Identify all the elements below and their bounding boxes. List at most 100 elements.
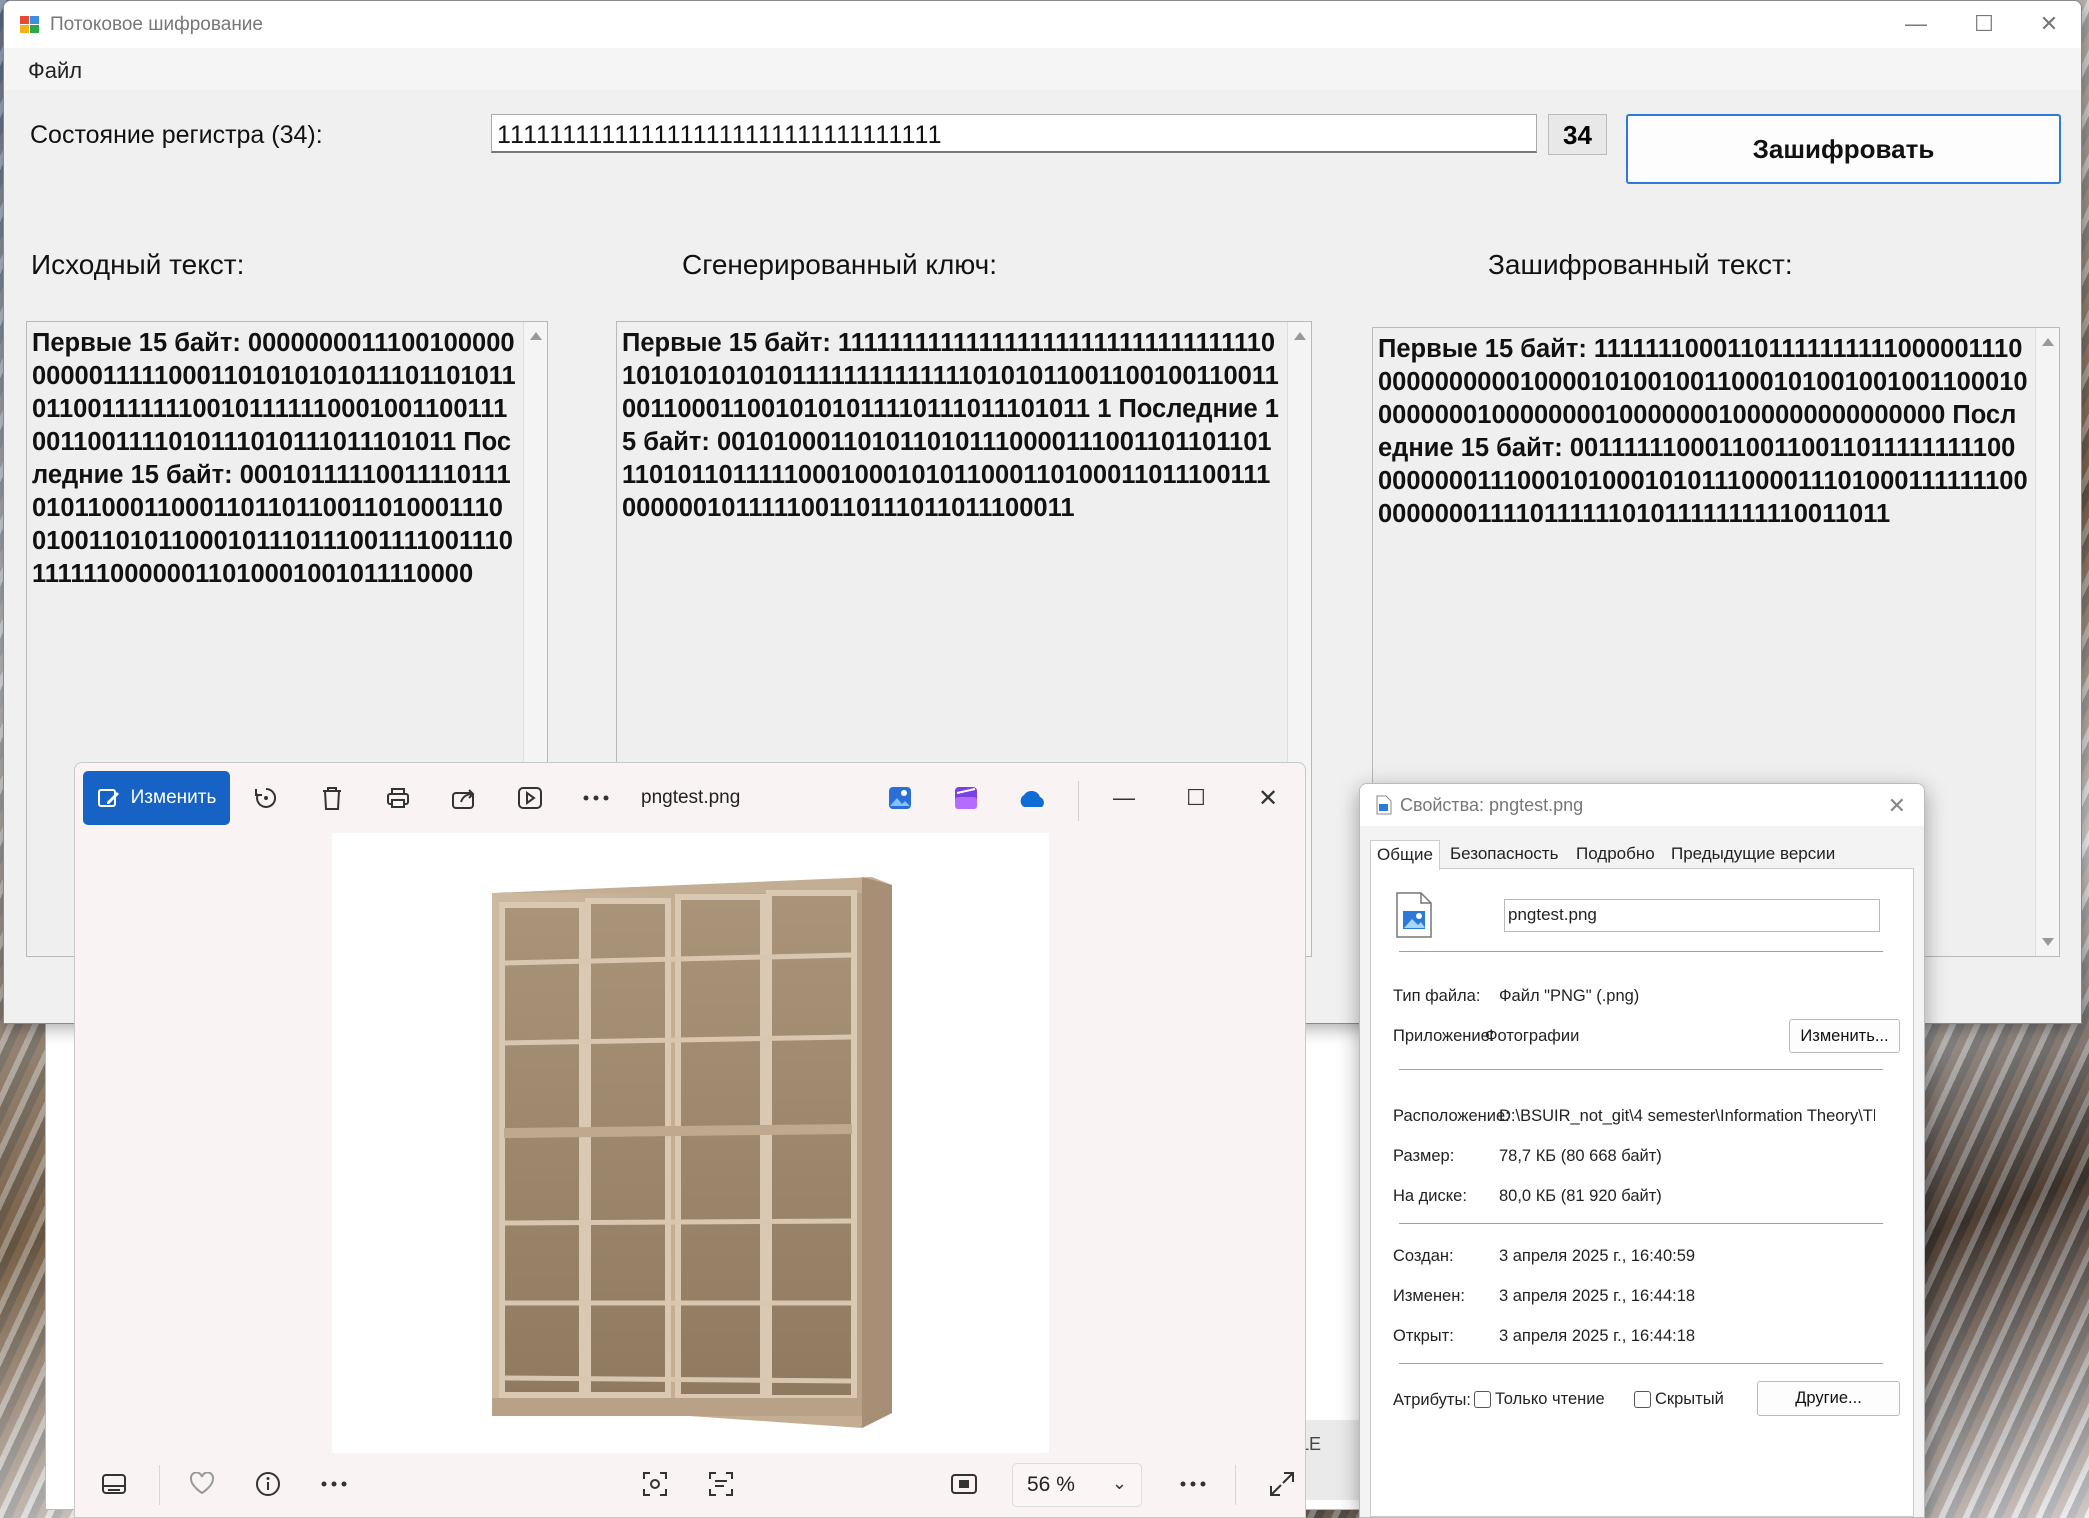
tab-previous-versions[interactable]: Предыдущие версии <box>1665 840 1841 868</box>
bottom-divider <box>159 1465 160 1505</box>
size-label: Размер: <box>1393 1147 1455 1165</box>
properties-dialog: Свойства: pngtest.png ✕ Общие Безопаснос… <box>1359 783 1925 1518</box>
properties-close-button[interactable]: ✕ <box>1888 793 1906 819</box>
share-icon[interactable] <box>447 781 481 815</box>
delete-icon[interactable] <box>315 781 349 815</box>
photo-filename: pngtest.png <box>641 787 741 808</box>
file-icon <box>1376 795 1392 815</box>
disk-size-value: 80,0 КБ (81 920 байт) <box>1499 1187 1662 1205</box>
modified-value: 3 апреля 2025 г., 16:44:18 <box>1499 1287 1696 1305</box>
separator <box>1399 1363 1883 1364</box>
edit-label: Изменить <box>130 787 217 808</box>
separator <box>1399 1069 1883 1070</box>
zoom-more-icon[interactable] <box>1176 1467 1210 1501</box>
readonly-label: Только чтение <box>1495 1390 1605 1408</box>
minimize-button[interactable]: — <box>1896 9 1936 39</box>
photos-toolbar: Изменить pngtest.png — ☐ ✕ <box>75 763 1305 833</box>
properties-title: Свойства: pngtest.png <box>1400 794 1584 815</box>
scroll-up-icon[interactable] <box>530 332 542 340</box>
photo-canvas[interactable] <box>332 833 1049 1453</box>
key-header: Сгенерированный ключ: <box>682 249 998 280</box>
source-text: Первые 15 байт: 000000001110010000000000… <box>32 329 516 588</box>
window-title: Потоковое шифрование <box>50 13 263 35</box>
menu-file[interactable]: Файл <box>28 58 82 83</box>
scroll-up-icon[interactable] <box>2042 338 2054 346</box>
change-app-button[interactable]: Изменить... <box>1789 1019 1900 1053</box>
created-value: 3 апреля 2025 г., 16:40:59 <box>1499 1247 1696 1265</box>
photos-app-icon[interactable] <box>883 781 917 815</box>
actual-size-icon[interactable] <box>947 1467 981 1501</box>
hidden-label: Скрытый <box>1655 1390 1724 1408</box>
opened-label: Открыт: <box>1393 1327 1454 1345</box>
checkbox-icon[interactable] <box>1634 1391 1651 1409</box>
photos-window: Изменить pngtest.png — ☐ ✕ 56 % ⌄ <box>74 762 1306 1518</box>
type-value: Файл "PNG" (.png) <box>1499 987 1640 1005</box>
menu-bar: Файл <box>4 48 2081 90</box>
onedrive-icon[interactable] <box>1015 781 1049 815</box>
separator <box>1399 951 1883 952</box>
app-label: Приложение: <box>1393 1027 1495 1045</box>
bottom-divider-2 <box>1235 1465 1236 1505</box>
disk-size-label: На диске: <box>1393 1187 1467 1205</box>
toolbar-divider <box>1078 781 1079 821</box>
rotate-icon[interactable] <box>249 781 283 815</box>
zoom-dropdown[interactable]: 56 % ⌄ <box>1012 1463 1142 1507</box>
close-button[interactable]: ✕ <box>2029 9 2069 39</box>
encrypt-button[interactable]: Зашифровать <box>1626 114 2061 184</box>
photos-bottom-bar: 56 % ⌄ <box>75 1451 1305 1517</box>
opened-value: 3 апреля 2025 г., 16:44:18 <box>1499 1327 1696 1345</box>
general-tab-panel: pngtest.png Тип файла: Файл "PNG" (.png)… <box>1370 868 1914 1517</box>
select-area-icon[interactable] <box>638 1467 672 1501</box>
edit-button[interactable]: Изменить <box>83 771 230 825</box>
cipher-scrollbar[interactable] <box>2035 328 2059 956</box>
register-input[interactable]: 1111111111111111111111111111111111 <box>491 114 1537 153</box>
info-icon[interactable] <box>251 1467 285 1501</box>
hidden-checkbox[interactable]: Скрытый <box>1634 1390 1724 1409</box>
more-icon[interactable] <box>579 781 613 815</box>
scroll-up-icon[interactable] <box>1294 332 1306 340</box>
scroll-down-icon[interactable] <box>2042 938 2054 946</box>
tab-details[interactable]: Подробно <box>1570 840 1661 868</box>
cipher-header: Зашифрованный текст: <box>1488 249 1793 280</box>
photos-close-button[interactable]: ✕ <box>1251 781 1285 815</box>
readonly-checkbox[interactable]: Только чтение <box>1474 1390 1605 1409</box>
background-window-panel <box>1300 1420 1360 1500</box>
attributes-label: Атрибуты: <box>1393 1391 1471 1409</box>
modified-label: Изменен: <box>1393 1287 1465 1305</box>
edit-image-icon <box>97 789 119 807</box>
clipchamp-icon[interactable] <box>949 781 983 815</box>
text-scan-icon[interactable] <box>704 1467 738 1501</box>
filmstrip-icon[interactable] <box>97 1467 131 1501</box>
filename-field[interactable]: pngtest.png <box>1504 899 1880 932</box>
properties-title-bar: Свойства: pngtest.png ✕ <box>1360 784 1924 826</box>
checkbox-icon[interactable] <box>1474 1391 1491 1409</box>
bottom-more-icon[interactable] <box>317 1467 351 1501</box>
register-length-field: 34 <box>1548 114 1607 155</box>
advanced-attributes-button[interactable]: Другие... <box>1757 1381 1900 1416</box>
photos-minimize-button[interactable]: — <box>1107 781 1141 815</box>
title-bar: Потоковое шифрование <box>4 1 2081 48</box>
source-header: Исходный текст: <box>31 249 245 280</box>
type-label: Тип файла: <box>1393 987 1481 1005</box>
maximize-button[interactable]: ☐ <box>1964 9 2004 39</box>
favorite-icon[interactable] <box>185 1467 219 1501</box>
bookcase-image <box>492 877 892 1428</box>
separator <box>1399 1223 1883 1224</box>
location-label: Расположение: <box>1393 1107 1510 1125</box>
print-icon[interactable] <box>381 781 415 815</box>
png-file-icon <box>1396 892 1432 938</box>
app-value: Фотографии <box>1485 1027 1580 1045</box>
tab-general[interactable]: Общие <box>1370 840 1440 870</box>
slideshow-icon[interactable] <box>513 781 547 815</box>
location-value: D:\BSUIR_not_git\4 semester\Information … <box>1499 1107 1875 1125</box>
created-label: Создан: <box>1393 1247 1454 1265</box>
key-text: Первые 15 байт: 111111111111111111111111… <box>622 329 1279 522</box>
tab-security[interactable]: Безопасность <box>1444 840 1564 868</box>
register-label: Состояние регистра (34): <box>30 121 323 149</box>
app-icon <box>20 15 40 34</box>
zoom-value: 56 % <box>1027 1473 1075 1496</box>
fullscreen-icon[interactable] <box>1265 1467 1299 1501</box>
cipher-text: Первые 15 байт: 111111100011011111111110… <box>1378 335 2028 528</box>
size-value: 78,7 КБ (80 668 байт) <box>1499 1147 1662 1165</box>
photos-maximize-button[interactable]: ☐ <box>1179 781 1213 815</box>
